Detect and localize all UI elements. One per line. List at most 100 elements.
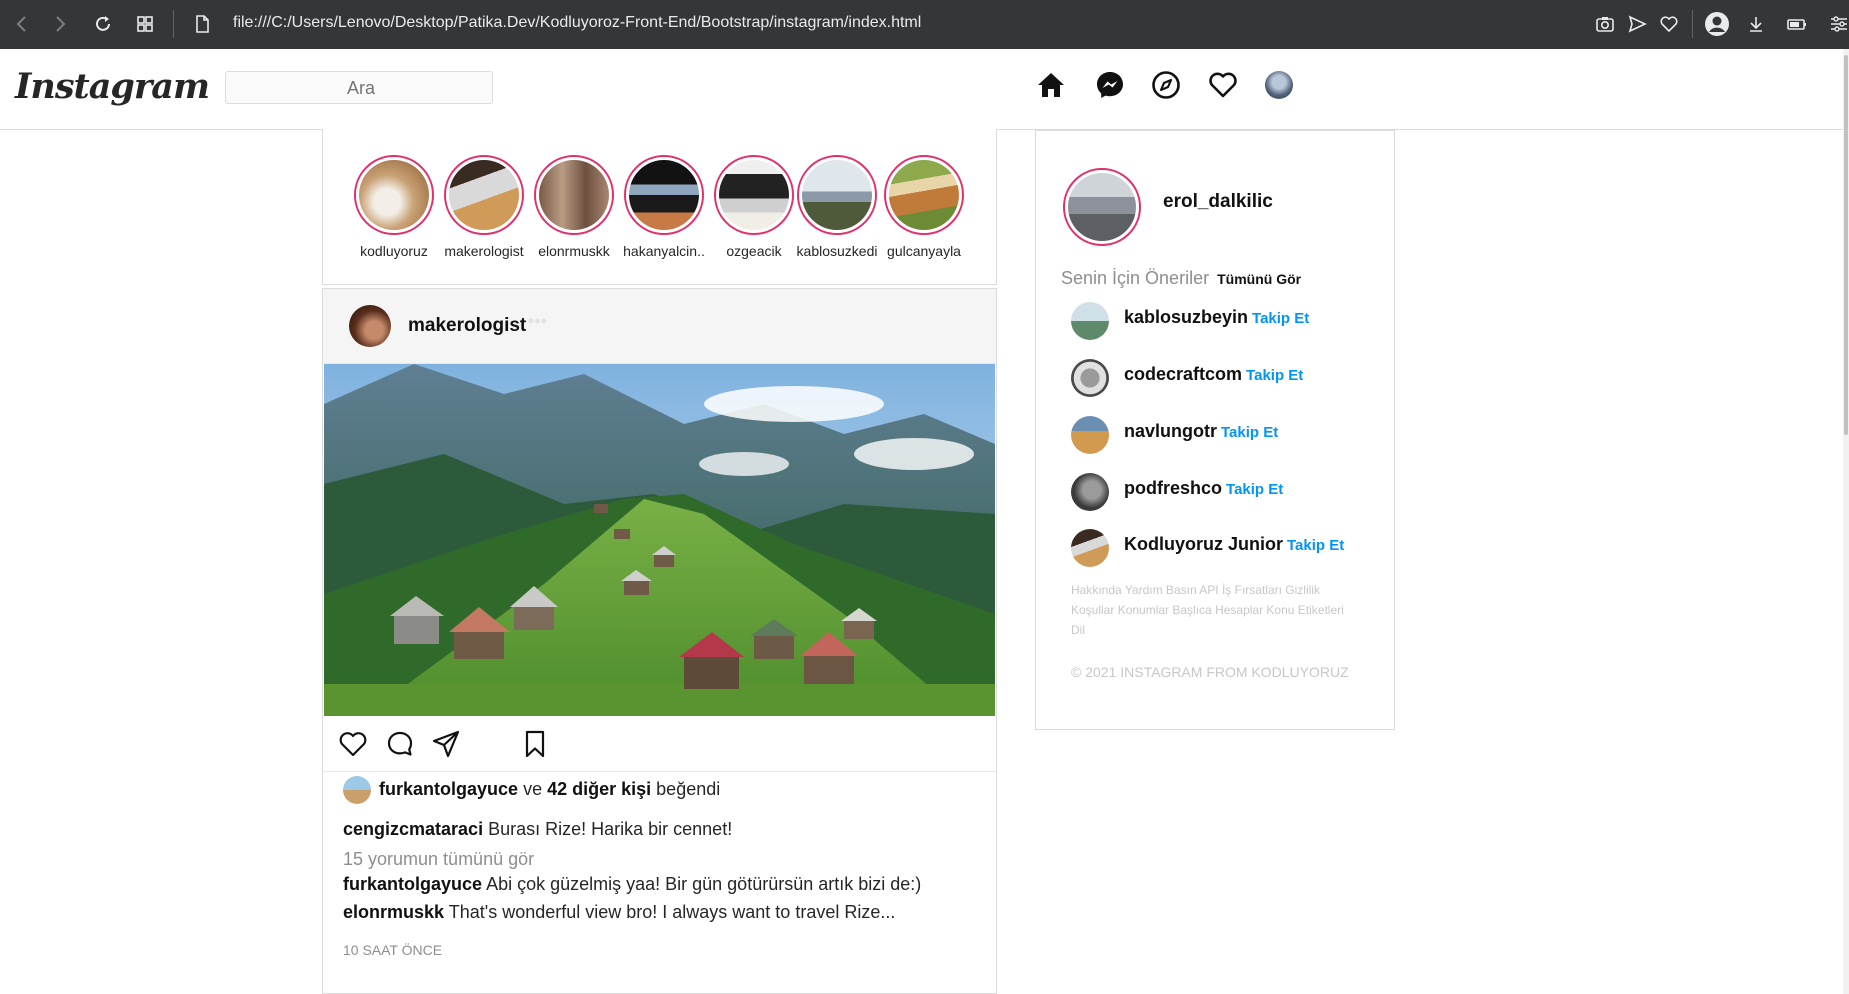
avatar[interactable] <box>343 776 371 804</box>
bookmark-icon[interactable] <box>520 729 550 759</box>
view-all-comments-link[interactable]: 15 yorumun tümünü gör <box>343 849 534 870</box>
scrollbar-thumb[interactable] <box>1844 55 1848 435</box>
suggestions-header: Senin İçin Öneriler Tümünü Gör <box>1061 268 1301 289</box>
suggestion-item: kablosuzbeyin Takip Et <box>1071 300 1391 340</box>
story-ring <box>797 155 877 235</box>
avatar[interactable] <box>1071 302 1109 340</box>
follow-button[interactable]: Takip Et <box>1226 481 1283 498</box>
explore-icon[interactable] <box>1150 69 1182 101</box>
comment-text: That's wonderful view bro! I always want… <box>448 902 896 922</box>
liker-username[interactable]: furkantolgayuce <box>379 779 518 799</box>
story-ring <box>884 155 964 235</box>
avatar[interactable] <box>1071 416 1109 454</box>
story-ring <box>714 155 794 235</box>
suggestion-row-text: kablosuzbeyin Takip Et <box>1124 307 1309 328</box>
story-item[interactable]: makerologist <box>439 155 529 259</box>
likes-connector: ve <box>523 778 543 799</box>
story-item[interactable]: kodluyoruz <box>349 155 439 259</box>
suggestion-item: codecraftcom Takip Et <box>1071 357 1391 397</box>
comment-icon[interactable] <box>385 729 415 759</box>
follow-button[interactable]: Takip Et <box>1246 367 1303 384</box>
comment-item: elonrmuskk That's wonderful view bro! I … <box>343 902 895 923</box>
suggestion-username[interactable]: kablosuzbeyin <box>1124 307 1248 327</box>
story-item[interactable]: elonrmuskk <box>529 155 619 259</box>
messenger-icon[interactable] <box>1094 69 1126 101</box>
story-item[interactable]: gulcanyayla <box>879 155 969 259</box>
suggestion-username[interactable]: podfreshco <box>1124 478 1222 498</box>
comment-username[interactable]: elonrmuskk <box>343 902 444 922</box>
post-image[interactable] <box>324 364 995 716</box>
profile-icon[interactable] <box>1704 11 1730 37</box>
comment-item: furkantolgayuce Abi çok güzelmiş yaa! Bi… <box>343 874 921 895</box>
profile-username[interactable]: erol_dalkilic <box>1163 191 1273 213</box>
share-send-icon[interactable] <box>431 729 461 759</box>
like-heart-icon[interactable] <box>338 729 368 759</box>
suggestion-row-text: podfreshco Takip Et <box>1124 478 1283 499</box>
sidebar: erol_dalkilic Senin İçin Öneriler Tümünü… <box>1035 130 1395 730</box>
follow-button[interactable]: Takip Et <box>1287 537 1344 554</box>
back-icon[interactable] <box>12 14 32 34</box>
copyright-text: © 2021 INSTAGRAM FROM KODLUYORUZ <box>1071 664 1349 680</box>
story-avatar <box>629 160 699 230</box>
post-header: makerologist ••• <box>323 289 996 364</box>
story-avatar <box>719 160 789 230</box>
easy-setup-icon[interactable] <box>1829 14 1849 34</box>
post-username[interactable]: makerologist <box>408 315 526 337</box>
story-username: elonrmuskk <box>538 243 610 259</box>
avatar[interactable] <box>1071 359 1109 397</box>
home-icon[interactable] <box>1035 69 1067 101</box>
story-ring <box>444 155 524 235</box>
comment-username[interactable]: furkantolgayuce <box>343 874 482 894</box>
likes-others[interactable]: 42 diğer kişi <box>547 779 651 799</box>
story-avatar <box>802 160 872 230</box>
see-all-link[interactable]: Tümünü Gör <box>1217 271 1301 287</box>
comment-text: Abi çok güzelmiş yaa! Bir gün götürürsün… <box>486 874 922 894</box>
address-bar[interactable]: file:///C:/Users/Lenovo/Desktop/Patika.D… <box>233 14 921 32</box>
avatar[interactable] <box>1071 529 1109 567</box>
speed-dial-icon[interactable] <box>135 14 155 34</box>
avatar[interactable] <box>1071 473 1109 511</box>
suggestion-item: Kodluyoruz Junior Takip Et <box>1071 527 1391 567</box>
story-item[interactable]: kablosuzkedi <box>792 155 882 259</box>
snapshot-icon[interactable] <box>1595 14 1615 34</box>
send-icon[interactable] <box>1627 14 1647 34</box>
toolbar-divider <box>1692 10 1693 38</box>
profile-avatar[interactable] <box>1063 168 1141 246</box>
stories-bar: kodluyoruz makerologist elonrmuskk hakan… <box>322 129 997 285</box>
browser-toolbar: file:///C:/Users/Lenovo/Desktop/Patika.D… <box>0 0 1849 49</box>
search-box[interactable] <box>225 71 496 105</box>
battery-icon[interactable] <box>1787 14 1807 34</box>
bookmark-heart-icon[interactable] <box>1659 14 1679 34</box>
page-scrollbar[interactable] <box>1843 49 1849 994</box>
forward-icon[interactable] <box>50 14 70 34</box>
story-username: kablosuzkedi <box>796 243 878 259</box>
reload-icon[interactable] <box>93 14 113 34</box>
toolbar-divider <box>173 10 174 38</box>
story-item[interactable]: hakanyalcin.. <box>619 155 709 259</box>
avatar[interactable] <box>349 305 391 347</box>
story-avatar <box>359 160 429 230</box>
story-ring <box>624 155 704 235</box>
more-options-icon[interactable]: ••• <box>528 311 547 332</box>
story-username: ozgeacik <box>726 243 782 259</box>
footer-links[interactable]: Hakkında Yardım Basın API İş Fırsatları … <box>1071 580 1361 640</box>
follow-button[interactable]: Takip Et <box>1221 424 1278 441</box>
suggestion-username[interactable]: Kodluyoruz Junior <box>1124 534 1283 554</box>
download-icon[interactable] <box>1746 14 1766 34</box>
instagram-logo[interactable]: Instagram <box>15 66 210 107</box>
activity-heart-icon[interactable] <box>1207 69 1239 101</box>
search-input[interactable] <box>226 72 496 105</box>
landscape-photo <box>324 364 995 716</box>
post-timestamp: 10 SAAT ÖNCE <box>343 942 443 958</box>
suggestion-username[interactable]: navlungotr <box>1124 421 1217 441</box>
caption-username[interactable]: cengizcmataraci <box>343 819 483 839</box>
story-item[interactable]: ozgeacik <box>709 155 799 259</box>
suggestion-row-text: navlungotr Takip Et <box>1124 421 1278 442</box>
suggestion-username[interactable]: codecraftcom <box>1124 364 1242 384</box>
avatar <box>1068 173 1136 241</box>
avatar[interactable] <box>1265 71 1293 99</box>
suggestion-item: podfreshco Takip Et <box>1071 471 1391 511</box>
suggestion-row-text: codecraftcom Takip Et <box>1124 364 1303 385</box>
follow-button[interactable]: Takip Et <box>1252 310 1309 327</box>
suggestions-title: Senin İçin Öneriler <box>1061 268 1210 288</box>
